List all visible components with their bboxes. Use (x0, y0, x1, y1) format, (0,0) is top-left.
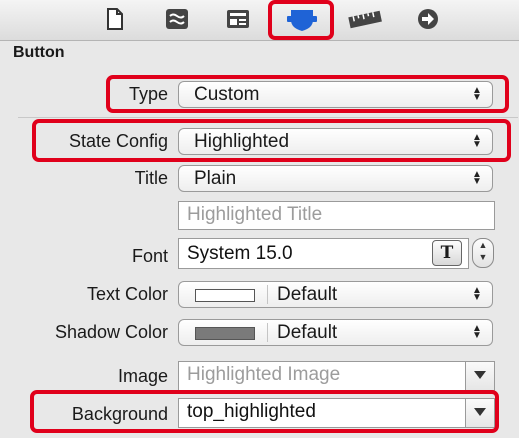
popup-arrows-icon: ▲ ▼ (472, 132, 482, 150)
background-combo[interactable]: top_highlighted (178, 398, 495, 428)
attributes-inspector-icon[interactable] (285, 6, 319, 32)
image-label: Image (117, 366, 168, 386)
state-config-label: State Config (68, 131, 168, 151)
shadow-color-swatch (195, 327, 255, 340)
chevron-down-icon (474, 371, 486, 379)
chevron-down-icon (474, 408, 486, 416)
font-size-stepper[interactable]: ▲ ▼ (472, 238, 494, 268)
divider (267, 285, 268, 304)
popup-arrows-icon: ▲ ▼ (472, 323, 482, 341)
background-label: Background (71, 404, 168, 424)
title-type-value: Plain (194, 168, 237, 189)
shadow-color-value: Default (277, 322, 338, 343)
inspector-toolbar (0, 0, 519, 41)
connections-inspector-icon[interactable] (414, 6, 442, 32)
image-dropdown-button[interactable] (465, 362, 494, 390)
image-combo[interactable]: Highlighted Image (178, 361, 495, 391)
font-label: Font (131, 246, 168, 266)
section-title: Button (13, 44, 65, 61)
shadow-color-popup[interactable]: Default ▲ ▼ (178, 319, 493, 346)
state-config-popup[interactable]: Highlighted ▲ ▼ (178, 128, 493, 155)
popup-arrows-icon: ▲ ▼ (472, 285, 482, 303)
file-inspector-icon[interactable] (101, 6, 129, 32)
type-value: Custom (194, 84, 260, 105)
state-config-value: Highlighted (194, 131, 290, 152)
divider (18, 117, 518, 118)
divider (267, 323, 268, 342)
background-dropdown-button[interactable] (465, 399, 494, 427)
font-picker-button[interactable]: T (432, 240, 462, 266)
font-value: System 15.0 (187, 243, 293, 264)
title-type-popup[interactable]: Plain ▲ ▼ (178, 165, 493, 192)
text-color-label: Text Color (86, 284, 168, 304)
title-label: Title (134, 168, 168, 188)
popup-arrows-icon: ▲ ▼ (472, 169, 482, 187)
size-inspector-icon[interactable] (347, 6, 383, 32)
type-popup[interactable]: Custom ▲ ▼ (178, 81, 493, 108)
image-placeholder: Highlighted Image (187, 364, 341, 385)
highlighted-title-input[interactable]: Highlighted Title (178, 201, 495, 230)
identity-inspector-icon[interactable] (224, 6, 252, 32)
type-label: Type (128, 84, 168, 104)
font-field[interactable]: System 15.0 (178, 238, 469, 269)
background-value: top_highlighted (187, 401, 316, 422)
text-color-swatch (195, 289, 255, 302)
quick-help-icon[interactable] (163, 6, 191, 32)
shadow-color-label: Shadow Color (54, 322, 168, 342)
text-color-popup[interactable]: Default ▲ ▼ (178, 281, 493, 308)
popup-arrows-icon: ▲ ▼ (472, 85, 482, 103)
text-color-value: Default (277, 284, 338, 305)
highlighted-title-placeholder: Highlighted Title (187, 204, 323, 225)
